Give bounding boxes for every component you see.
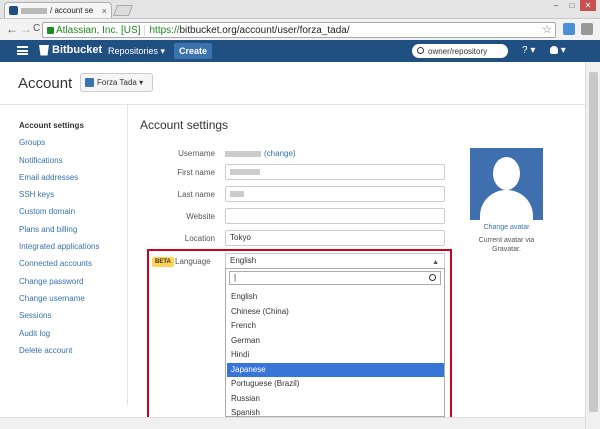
vertical-scrollbar[interactable]: [585, 62, 600, 429]
bitbucket-header: Bitbucket Repositories ▾ Create owner/re…: [0, 40, 600, 62]
sidebar-item-delete-account[interactable]: Delete account: [19, 346, 129, 363]
user-menu-caret: ▾: [560, 45, 566, 56]
ev-org-name: Atlassian, Inc. [US]: [56, 24, 141, 36]
sidebar-item-custom-domain[interactable]: Custom domain: [19, 207, 129, 224]
last-name-input[interactable]: [225, 186, 445, 202]
settings-sidebar: Account settings Groups Notifications Em…: [19, 121, 129, 363]
close-window-button[interactable]: ✕: [580, 0, 596, 11]
repository-search-input[interactable]: owner/repository: [412, 44, 508, 58]
divider: [0, 104, 600, 105]
language-option-french[interactable]: French: [227, 319, 444, 334]
avatar-silhouette-body: [480, 190, 533, 220]
change-username-link[interactable]: (change): [264, 149, 296, 158]
sidebar-item-audit-log[interactable]: Audit log: [19, 329, 129, 346]
language-option-japanese[interactable]: Japanese: [227, 362, 444, 377]
back-arrow-icon[interactable]: ←: [6, 22, 18, 36]
tab-close-icon[interactable]: ×: [102, 6, 107, 16]
website-label: Website: [186, 212, 215, 221]
avatar-image: [470, 148, 543, 220]
language-options-list: English Chinese (China) French German Hi…: [227, 290, 444, 421]
bitbucket-logo[interactable]: Bitbucket: [39, 44, 102, 56]
new-tab-button[interactable]: [112, 5, 134, 16]
redacted-first-name: [230, 168, 260, 175]
sidebar-item-groups[interactable]: Groups: [19, 138, 129, 155]
reload-icon[interactable]: C: [33, 22, 40, 36]
language-option-hindi[interactable]: Hindi: [227, 348, 444, 363]
avatar-silhouette-head: [493, 157, 520, 190]
sidebar-item-notifications[interactable]: Notifications: [19, 156, 129, 173]
minimize-button[interactable]: –: [548, 0, 564, 11]
bucket-logo-icon: [39, 44, 49, 56]
language-option-german[interactable]: German: [227, 334, 444, 349]
url-path: bitbucket.org/account/user/forza_tada/: [179, 24, 350, 36]
logo-text: Bitbucket: [52, 44, 103, 56]
browser-menu-icon[interactable]: [581, 23, 593, 35]
hamburger-menu-icon[interactable]: [17, 46, 28, 55]
language-select[interactable]: English ▲: [225, 253, 445, 269]
sidebar-item-change-username[interactable]: Change username: [19, 294, 129, 311]
search-placeholder: owner/repository: [428, 46, 488, 56]
language-option-portuguese-brazil[interactable]: Portuguese (Brazil): [227, 377, 444, 392]
search-icon: [429, 274, 436, 281]
browser-tab[interactable]: / account se ×: [4, 2, 112, 18]
repositories-menu[interactable]: Repositories ▾: [108, 46, 165, 57]
extension-icon[interactable]: [563, 23, 575, 35]
sidebar-item-account-settings[interactable]: Account settings: [19, 121, 129, 138]
language-option-english[interactable]: English: [227, 290, 444, 305]
user-menu[interactable]: ▾: [550, 45, 566, 56]
location-input[interactable]: Tokyo: [225, 230, 445, 246]
redacted-text: [21, 7, 47, 14]
change-avatar-link[interactable]: Change avatar: [470, 224, 543, 231]
scrollbar-thumb[interactable]: [589, 72, 598, 412]
language-label: Language: [175, 257, 211, 266]
page-title: Account: [18, 75, 73, 92]
website-input[interactable]: [225, 208, 445, 224]
search-icon: [417, 47, 424, 54]
sidebar-item-plans-and-billing[interactable]: Plans and billing: [19, 225, 129, 242]
browser-toolbar: ← → C Atlassian, Inc. [US] https:// bitb…: [0, 18, 600, 40]
account-switcher-label: Forza Tada ▾: [97, 78, 144, 87]
beta-badge: BETA: [152, 257, 174, 267]
redacted-username: [225, 150, 261, 157]
horizontal-scrollbar[interactable]: [0, 417, 585, 429]
lock-icon: [47, 26, 54, 34]
sidebar-item-integrated-applications[interactable]: Integrated applications: [19, 242, 129, 259]
user-avatar-icon: [550, 46, 558, 55]
username-value: (change): [225, 149, 296, 158]
language-option-russian[interactable]: Russian: [227, 392, 444, 407]
search-cursor: |: [234, 273, 237, 282]
account-switcher[interactable]: Forza Tada ▾: [80, 73, 153, 92]
address-bar[interactable]: Atlassian, Inc. [US] https:// bitbucket.…: [42, 22, 556, 38]
last-name-label: Last name: [177, 190, 215, 199]
maximize-button[interactable]: □: [564, 0, 580, 11]
sidebar-item-sessions[interactable]: Sessions: [19, 311, 129, 328]
location-label: Location: [184, 234, 215, 243]
section-title: Account settings: [140, 118, 229, 132]
first-name-label: First name: [177, 168, 215, 177]
first-name-input[interactable]: [225, 164, 445, 180]
language-selected-value: English: [230, 256, 257, 265]
ev-certificate-badge[interactable]: Atlassian, Inc. [US]: [47, 24, 146, 36]
bitbucket-favicon-icon: [9, 6, 18, 15]
language-search-input[interactable]: |: [229, 271, 441, 285]
account-avatar-icon: [85, 78, 94, 87]
sidebar-item-email-addresses[interactable]: Email addresses: [19, 173, 129, 190]
browser-chrome: / account se × – □ ✕ ← → C Atlassian, In…: [0, 0, 600, 40]
sidebar-item-change-password[interactable]: Change password: [19, 277, 129, 294]
username-label: Username: [178, 149, 215, 158]
redacted-last-name: [230, 190, 244, 197]
sidebar-item-connected-accounts[interactable]: Connected accounts: [19, 259, 129, 276]
tab-title: / account se: [50, 6, 94, 15]
forward-arrow-icon[interactable]: →: [20, 22, 32, 36]
language-dropdown: | English Chinese (China) French German …: [225, 268, 445, 417]
avatar-source-note: Current avatar via Gravatar.: [478, 237, 535, 253]
language-option-chinese-china[interactable]: Chinese (China): [227, 305, 444, 320]
bookmark-star-icon[interactable]: ☆: [542, 23, 552, 36]
help-menu[interactable]: ? ▾: [522, 45, 535, 56]
sidebar-item-ssh-keys[interactable]: SSH keys: [19, 190, 129, 207]
url-scheme: https://: [149, 24, 180, 36]
create-button[interactable]: Create: [174, 43, 212, 59]
